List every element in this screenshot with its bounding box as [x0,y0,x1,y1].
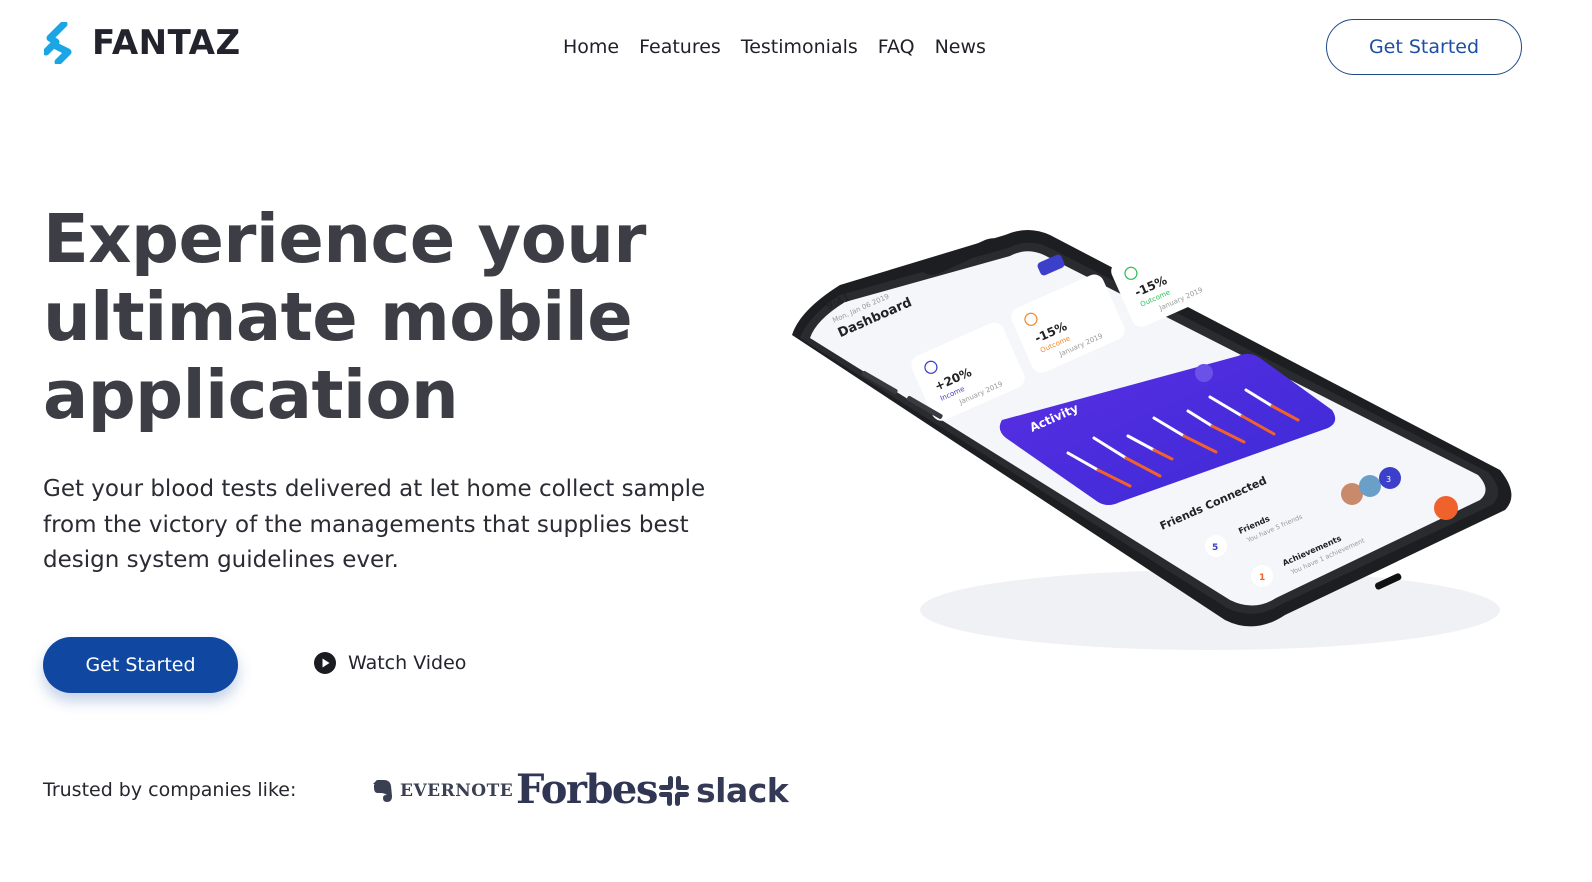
hero-subtitle-line: design system guidelines ever. [43,547,399,573]
brand-logo[interactable]: FANTAZ [44,22,241,64]
play-icon [314,652,336,674]
hero-title-line: ultimate mobile [43,278,633,356]
brand-logo-icon [44,22,72,64]
hero-get-started-button[interactable]: Get Started [43,637,238,693]
watch-video-label: Watch Video [348,652,467,674]
nav-item-home[interactable]: Home [563,35,619,59]
phone-mockup: 9:41 Mon, Jan 06 2019 Dashboard +20% Inc… [792,228,1512,650]
evernote-icon [373,780,392,802]
nav-item-faq[interactable]: FAQ [878,35,915,59]
hero-subtitle-line: from the victory of the managements that… [43,511,689,538]
nav-item-testimonials[interactable]: Testimonials [741,35,858,59]
row-count: 1 [1259,573,1265,583]
evernote-logo: EVERNOTE [372,778,513,804]
activity-nav-icon [1195,364,1213,382]
hero-subtitle: Get your blood tests delivered at let ho… [43,472,763,579]
slack-icon [659,775,689,806]
evernote-wordmark: EVERNOTE [400,781,514,801]
slack-wordmark: slack [696,771,789,810]
friends-badge-text: 3 [1386,475,1391,484]
brand-name: FANTAZ [92,23,241,63]
main-nav: Home Features Testimonials FAQ News [563,35,986,59]
avatar [1359,475,1381,497]
nav-item-features[interactable]: Features [639,35,721,59]
trusted-label: Trusted by companies like: [43,779,297,801]
hero-title-line: application [43,356,459,434]
orange-action-icon [1434,496,1458,520]
watch-video-link[interactable]: Watch Video [314,652,466,674]
nav-item-news[interactable]: News [935,35,986,59]
slack-logo: slack [658,771,789,810]
forbes-logo: Forbes [516,766,658,813]
hero-title-line: Experience your [43,200,646,278]
row-count: 5 [1212,543,1218,553]
hero-subtitle-line: Get your blood tests delivered at let ho… [43,476,706,502]
header-get-started-button[interactable]: Get Started [1326,19,1522,75]
phone-illustration: 9:41 Mon, Jan 06 2019 Dashboard +20% Inc… [780,210,1540,680]
hero-title: Experience your ultimate mobile applicat… [43,200,763,434]
